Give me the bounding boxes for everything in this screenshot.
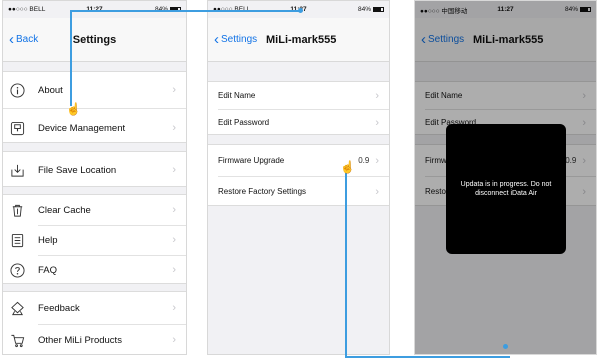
chevron-right-icon: › [172, 302, 176, 314]
settings-item-help[interactable]: Help › [3, 225, 186, 255]
feedback-icon [10, 301, 25, 316]
callout-dot [298, 8, 303, 13]
settings-item-device-management[interactable]: Device Management › [3, 112, 186, 144]
nav-bar: ‹ Back Settings [3, 18, 186, 62]
chevron-right-icon: › [172, 334, 176, 346]
chevron-right-icon: › [172, 84, 176, 96]
device-icon [10, 121, 25, 136]
chevron-right-icon: › [172, 164, 176, 176]
chevron-right-icon: › [172, 122, 176, 134]
settings-screen: ●●○○○ BELL 11:27 84% ‹ Back Settings Abo… [2, 0, 187, 355]
settings-item-label: Clear Cache [38, 204, 91, 216]
settings-item-label: Restore Factory Settings [218, 187, 307, 196]
settings-group-storage: File Save Location › [3, 151, 186, 187]
settings-item-file-save-location[interactable]: File Save Location › [3, 152, 186, 188]
settings-item-firmware-upgrade[interactable]: Firmware Upgrade 0.9 › [208, 145, 389, 176]
cart-icon [10, 333, 25, 348]
settings-item-edit-name[interactable]: Edit Name › [208, 82, 389, 109]
tap-hand-icon: ☝ [340, 160, 355, 174]
settings-group-account: Edit Name › Edit Password › [208, 81, 389, 135]
settings-item-label: Device Management [38, 122, 126, 134]
info-icon [10, 82, 25, 98]
device-settings-screen: ●●○○○ BELL 11:27 84% ‹ Settings MiLi-mar… [207, 0, 390, 355]
settings-item-label: Edit Name [218, 91, 256, 100]
settings-item-other-products[interactable]: Other MiLi Products › [3, 324, 186, 354]
trash-icon [10, 203, 25, 218]
settings-item-label: Firmware Upgrade [218, 156, 285, 165]
chevron-right-icon: › [375, 116, 379, 129]
chevron-right-icon: › [172, 234, 176, 246]
download-icon [10, 163, 25, 178]
settings-item-faq[interactable]: FAQ › [3, 255, 186, 285]
chevron-right-icon: › [375, 89, 379, 102]
settings-group-device: About › Device Management › [3, 71, 186, 143]
settings-group-more: Feedback › Other MiLi Products › [3, 291, 186, 354]
callout-line [345, 356, 510, 358]
question-icon [10, 262, 25, 278]
page-title: Settings [72, 33, 117, 46]
callout-line [70, 10, 72, 106]
divider [3, 108, 186, 109]
settings-item-clear-cache[interactable]: Clear Cache › [3, 195, 186, 225]
settings-item-label: File Save Location [38, 164, 117, 176]
update-progress-message: Updata is in progress. Do not disconnect… [460, 180, 552, 197]
chevron-right-icon: › [172, 264, 176, 276]
callout-line [70, 10, 301, 12]
settings-item-label: Feedback [38, 302, 80, 314]
firmware-version: 0.9 [358, 156, 370, 165]
chevron-right-icon: › [172, 204, 176, 216]
settings-item-label: FAQ [38, 264, 58, 276]
settings-item-about[interactable]: About › [3, 72, 186, 108]
settings-item-label: Edit Password [218, 118, 270, 127]
settings-item-restore-factory[interactable]: Restore Factory Settings › [208, 176, 389, 207]
battery-icon [373, 7, 384, 12]
callout-line [345, 165, 347, 358]
page-title: MiLi-mark555 [266, 33, 337, 46]
document-icon [10, 233, 25, 248]
tap-hand-icon: ☝ [66, 102, 81, 116]
settings-item-label: About [38, 84, 63, 96]
nav-bar: ‹ Settings MiLi-mark555 [208, 18, 389, 62]
firmware-update-screen: ●●○○○ 中国移动 11:27 84% ‹ Settings MiLi-mar… [414, 0, 597, 355]
chevron-right-icon: › [375, 185, 379, 198]
settings-group-support: Clear Cache › Help › FAQ › [3, 194, 186, 284]
callout-dot [503, 344, 508, 349]
chevron-right-icon: › [375, 154, 379, 167]
settings-item-feedback[interactable]: Feedback › [3, 292, 186, 324]
update-progress-dialog: Updata is in progress. Do not disconnect… [446, 124, 566, 254]
settings-item-label: Other MiLi Products [38, 334, 122, 346]
settings-item-label: Help [38, 234, 58, 246]
settings-group-system: Firmware Upgrade 0.9 › Restore Factory S… [208, 144, 389, 206]
settings-item-edit-password[interactable]: Edit Password › [208, 109, 389, 136]
